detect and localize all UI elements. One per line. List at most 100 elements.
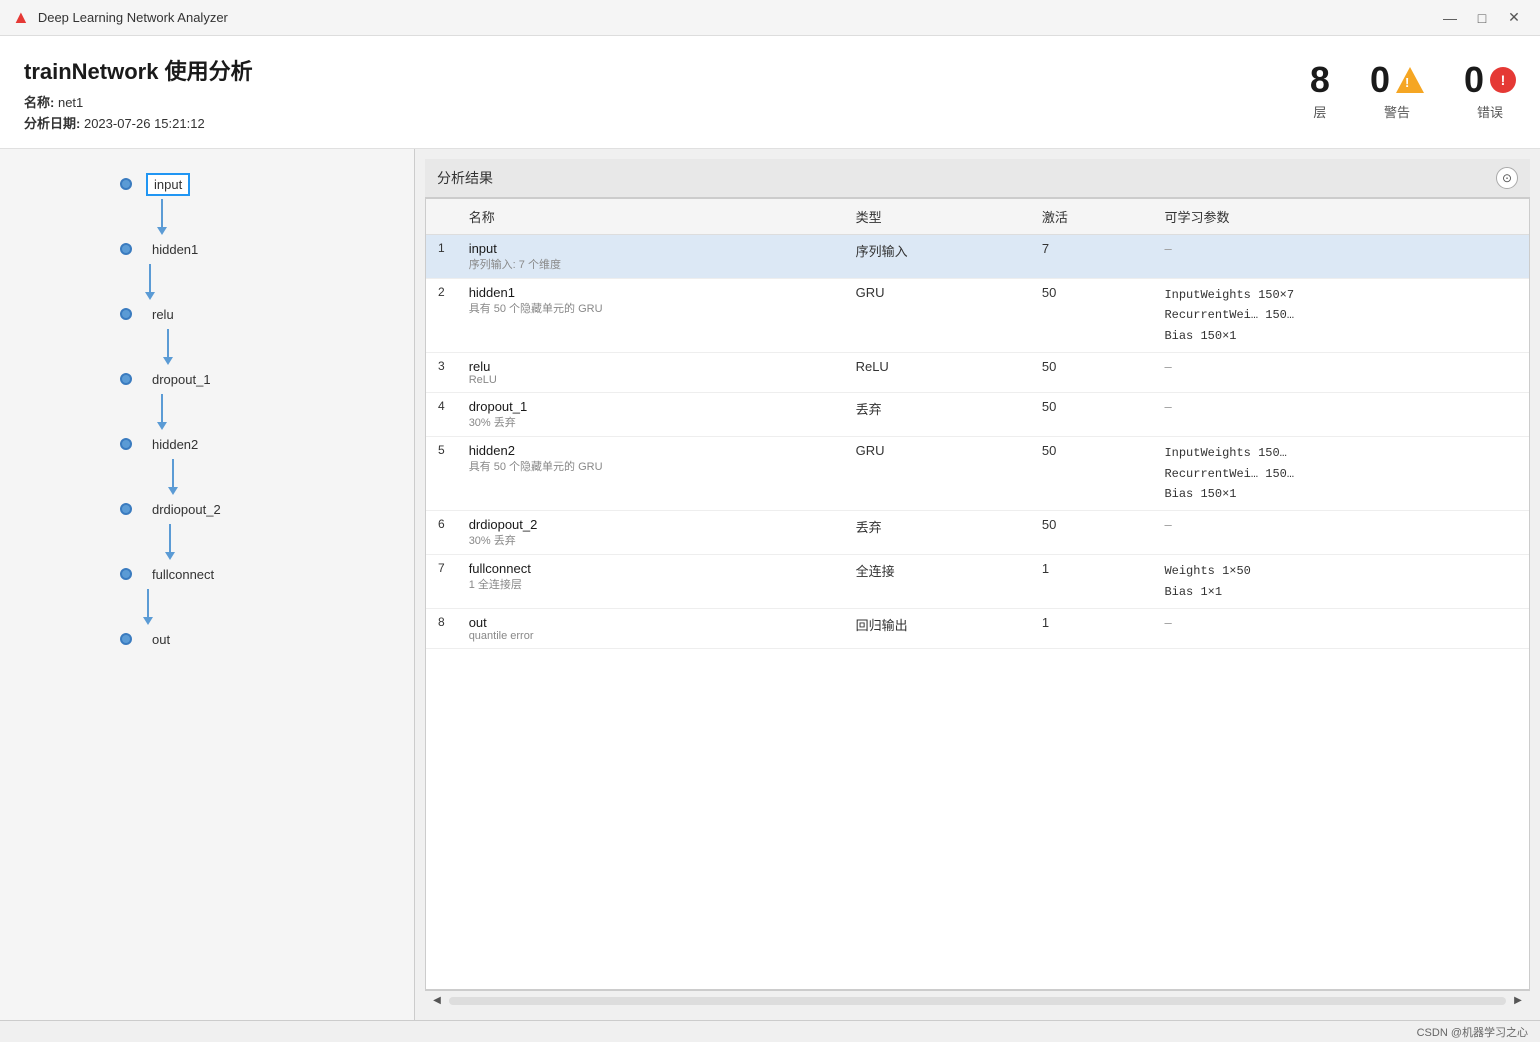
network-panel: input hidden1 relu dropout_1 hidden2 drdiopou… <box>0 149 415 1020</box>
errors-count: 0 <box>1464 62 1484 98</box>
node-dot <box>120 373 132 385</box>
node-row[interactable]: relu <box>120 299 180 329</box>
node-label: relu <box>146 305 180 324</box>
warnings-count: 0 <box>1370 62 1390 98</box>
cell-num: 8 <box>426 609 457 649</box>
cell-type: ReLU <box>844 353 1030 393</box>
node-row[interactable]: hidden2 <box>120 429 204 459</box>
header-stats: 8 层 0 警告 0 ! 错误 <box>1310 62 1516 121</box>
cell-activation: 50 <box>1030 393 1153 437</box>
bottom-scrollbar[interactable]: ◀ ▶ <box>425 990 1530 1010</box>
col-activation: 激活 <box>1030 199 1153 235</box>
results-container[interactable]: 名称 类型 激活 可学习参数 1input序列输入: 7 个维度序列输入7–2h… <box>425 198 1530 990</box>
cell-type: GRU <box>844 279 1030 353</box>
node-label: fullconnect <box>146 565 220 584</box>
node-dot <box>120 178 132 190</box>
scroll-left-button[interactable]: ◀ <box>429 993 445 1009</box>
analysis-date: 分析日期: 2023-07-26 15:21:12 <box>24 113 253 132</box>
table-header-row: 名称 类型 激活 可学习参数 <box>426 199 1529 235</box>
table-row[interactable]: 5hidden2具有 50 个隐藏单元的 GRUGRU50InputWeight… <box>426 437 1529 511</box>
header: trainNetwork 使用分析 名称: net1 分析日期: 2023-07… <box>0 36 1540 149</box>
layers-label: 层 <box>1313 102 1326 121</box>
minimize-button[interactable]: — <box>1436 4 1464 32</box>
cell-learnable: – <box>1152 609 1529 649</box>
cell-activation: 50 <box>1030 511 1153 555</box>
cell-name: dropout_130% 丢弃 <box>457 393 844 437</box>
table-row[interactable]: 6drdiopout_230% 丢弃丢弃50– <box>426 511 1529 555</box>
cell-type: 全连接 <box>844 555 1030 609</box>
cell-num: 7 <box>426 555 457 609</box>
table-row[interactable]: 2hidden1具有 50 个隐藏单元的 GRUGRU50InputWeight… <box>426 279 1529 353</box>
scroll-track[interactable] <box>449 997 1506 1005</box>
scroll-right-button[interactable]: ▶ <box>1510 993 1526 1009</box>
network-name: 名称: net1 <box>24 92 253 111</box>
results-panel: 分析结果 ⊙ 名称 类型 激活 可学习参数 1input序列输入: 7 个维度序… <box>415 149 1540 1020</box>
col-type: 类型 <box>844 199 1030 235</box>
cell-name: hidden1具有 50 个隐藏单元的 GRU <box>457 279 844 353</box>
warnings-stat: 0 警告 <box>1370 62 1424 121</box>
window-controls: — □ ✕ <box>1436 4 1528 32</box>
results-table: 名称 类型 激活 可学习参数 1input序列输入: 7 个维度序列输入7–2h… <box>426 199 1529 649</box>
node-entry: hidden1 <box>120 199 204 264</box>
footer: CSDN @机器学习之心 <box>0 1020 1540 1042</box>
cell-learnable: InputWeights 150…RecurrentWei… 150…Bias … <box>1152 437 1529 511</box>
warning-icon <box>1396 67 1424 93</box>
node-entry: relu <box>120 264 180 329</box>
errors-stat: 0 ! 错误 <box>1464 62 1516 121</box>
cell-type: GRU <box>844 437 1030 511</box>
node-dot <box>120 568 132 580</box>
maximize-button[interactable]: □ <box>1468 4 1496 32</box>
close-button[interactable]: ✕ <box>1500 4 1528 32</box>
cell-learnable: Weights 1×50Bias 1×1 <box>1152 555 1529 609</box>
cell-name: outquantile error <box>457 609 844 649</box>
cell-learnable: – <box>1152 511 1529 555</box>
cell-num: 5 <box>426 437 457 511</box>
cell-type: 回归输出 <box>844 609 1030 649</box>
node-row[interactable]: input <box>120 169 190 199</box>
node-label: hidden2 <box>146 435 204 454</box>
table-row[interactable]: 3reluReLUReLU50– <box>426 353 1529 393</box>
col-learnable: 可学习参数 <box>1152 199 1529 235</box>
node-row[interactable]: dropout_1 <box>120 364 217 394</box>
node-row[interactable]: out <box>120 624 176 654</box>
node-label: dropout_1 <box>146 370 217 389</box>
cell-type: 序列输入 <box>844 235 1030 279</box>
cell-num: 3 <box>426 353 457 393</box>
node-label: hidden1 <box>146 240 204 259</box>
app-title: Deep Learning Network Analyzer <box>38 10 1428 25</box>
node-row[interactable]: hidden1 <box>120 234 204 264</box>
node-entry: input <box>120 169 190 199</box>
header-info: trainNetwork 使用分析 名称: net1 分析日期: 2023-07… <box>24 54 253 134</box>
main-title: trainNetwork 使用分析 <box>24 54 253 86</box>
warnings-label: 警告 <box>1384 102 1410 121</box>
cell-learnable: – <box>1152 235 1529 279</box>
col-num <box>426 199 457 235</box>
cell-activation: 50 <box>1030 353 1153 393</box>
node-row[interactable]: fullconnect <box>120 559 220 589</box>
node-label: drdiopout_2 <box>146 500 227 519</box>
node-row[interactable]: drdiopout_2 <box>120 494 227 524</box>
cell-name: hidden2具有 50 个隐藏单元的 GRU <box>457 437 844 511</box>
layers-count: 8 <box>1310 62 1330 98</box>
node-entry: hidden2 <box>120 394 204 459</box>
node-dot <box>120 633 132 645</box>
cell-num: 4 <box>426 393 457 437</box>
node-entry: drdiopout_2 <box>120 459 227 524</box>
node-dot <box>120 308 132 320</box>
node-label: out <box>146 630 176 649</box>
cell-name: drdiopout_230% 丢弃 <box>457 511 844 555</box>
results-title: 分析结果 <box>437 168 493 188</box>
table-row[interactable]: 1input序列输入: 7 个维度序列输入7– <box>426 235 1529 279</box>
cell-num: 6 <box>426 511 457 555</box>
table-row[interactable]: 8outquantile error回归输出1– <box>426 609 1529 649</box>
layers-stat: 8 层 <box>1310 62 1330 121</box>
table-row[interactable]: 4dropout_130% 丢弃丢弃50– <box>426 393 1529 437</box>
collapse-button[interactable]: ⊙ <box>1496 167 1518 189</box>
cell-name: fullconnect1 全连接层 <box>457 555 844 609</box>
cell-num: 1 <box>426 235 457 279</box>
node-entry: dropout_1 <box>120 329 217 394</box>
footer-text: CSDN @机器学习之心 <box>1417 1024 1528 1040</box>
network-diagram: input hidden1 relu dropout_1 hidden2 drdiopou… <box>20 169 394 654</box>
results-header: 分析结果 ⊙ <box>425 159 1530 198</box>
table-row[interactable]: 7fullconnect1 全连接层全连接1Weights 1×50Bias 1… <box>426 555 1529 609</box>
